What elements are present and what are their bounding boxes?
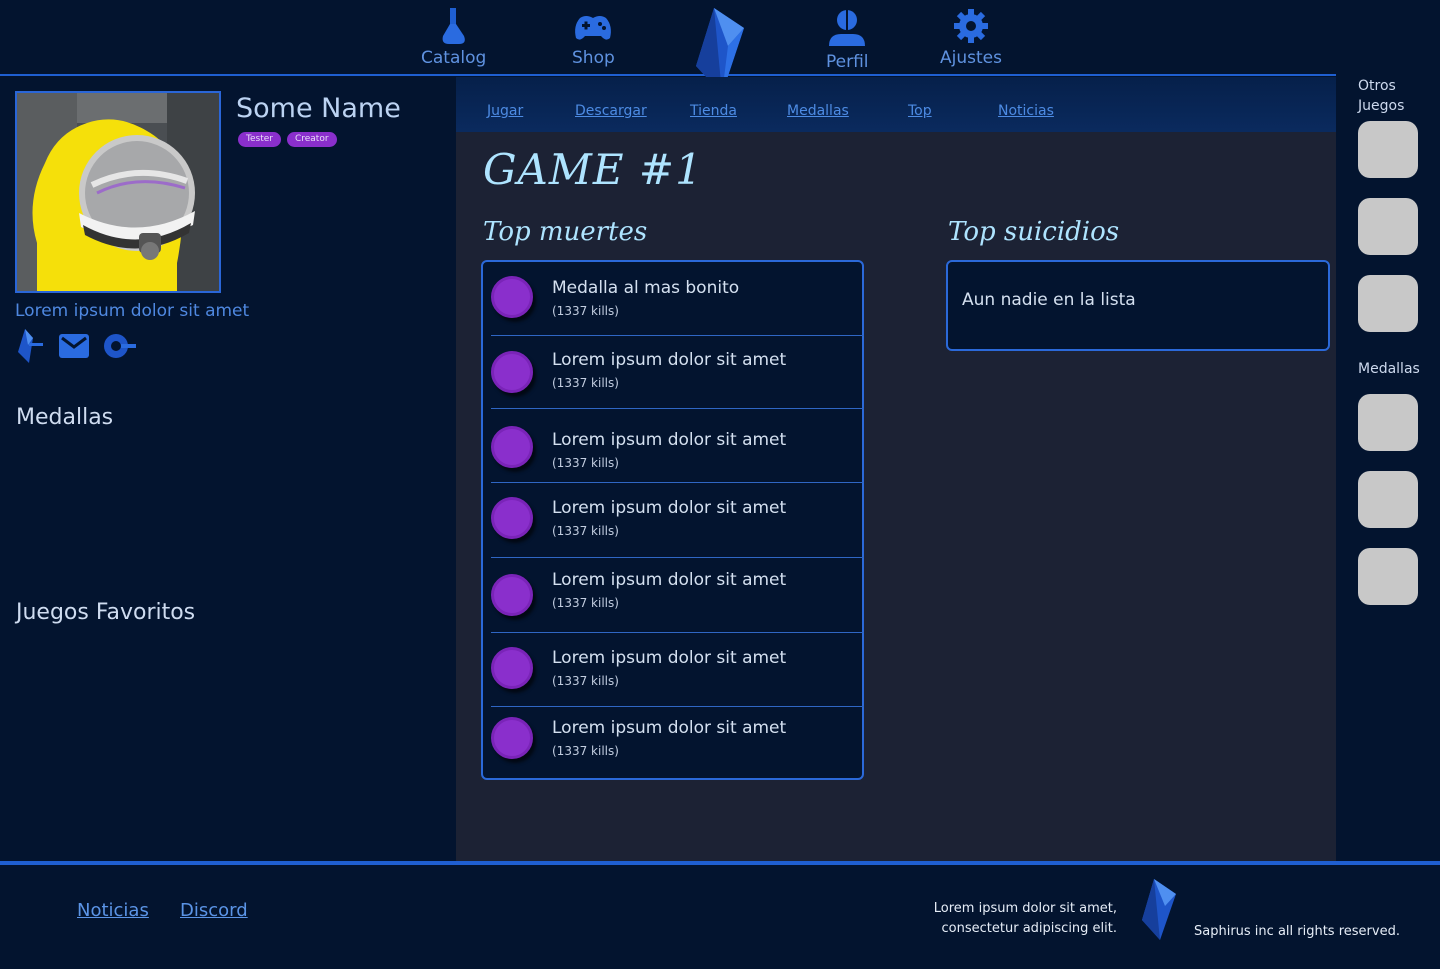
list-item-sub: (1337 kills) — [552, 596, 619, 610]
nav-ajustes[interactable]: Ajustes — [940, 6, 1002, 68]
nav-catalog[interactable]: Catalog — [421, 6, 486, 68]
subnav-jugar[interactable]: Jugar — [487, 103, 523, 119]
footer-divider — [0, 861, 1440, 865]
list-item[interactable]: Lorem ipsum dolor sit amet (1337 kills) — [491, 558, 864, 632]
nav-ajustes-label: Ajustes — [940, 48, 1002, 68]
list-item[interactable]: Lorem ipsum dolor sit amet (1337 kills) — [491, 707, 864, 779]
list-item[interactable]: Lorem ipsum dolor sit amet (1337 kills) — [491, 483, 864, 557]
gamepad-icon — [575, 16, 612, 40]
medal-thumbnail[interactable] — [1358, 548, 1418, 605]
nav-catalog-label: Catalog — [421, 48, 487, 68]
list-item-sub: (1337 kills) — [552, 376, 619, 390]
list-item-sub: (1337 kills) — [552, 744, 619, 758]
list-item-sub: (1337 kills) — [552, 524, 619, 538]
profile-bio: Lorem ipsum dolor sit amet — [15, 301, 250, 321]
top-suicidios-title: Top suicidios — [948, 217, 1120, 247]
list-item-sub: (1337 kills) — [552, 674, 619, 688]
link-icon[interactable] — [103, 331, 137, 361]
footer-text: Lorem ipsum dolor sit amet, consectetur … — [933, 901, 1117, 936]
list-item[interactable]: Lorem ipsum dolor sit amet (1337 kills) — [491, 336, 864, 408]
medal-icon — [491, 717, 533, 759]
nav-perfil[interactable]: Perfil — [826, 6, 869, 72]
badge-tester: Tester — [238, 132, 281, 147]
footer-link-discord[interactable]: Discord — [180, 900, 248, 921]
profile-badges: Tester Creator — [238, 132, 337, 147]
medal-thumbnail[interactable] — [1358, 471, 1418, 528]
list-item-title: Lorem ipsum dolor sit amet — [552, 498, 787, 518]
sub-nav: Jugar Descargar Tienda Medallas Top Noti… — [456, 77, 1336, 132]
medal-thumbnail[interactable] — [1358, 394, 1418, 451]
sidebar-medallas-label: Medallas — [1358, 361, 1420, 377]
medal-icon — [491, 574, 533, 616]
badge-creator: Creator — [286, 132, 337, 147]
top-muertes-list: Medalla al mas bonito (1337 kills) Lorem… — [481, 260, 864, 780]
list-item[interactable]: Lorem ipsum dolor sit amet (1337 kills) — [491, 409, 864, 482]
medal-icon — [491, 497, 533, 539]
list-item[interactable]: Lorem ipsum dolor sit amet (1337 kills) — [491, 633, 864, 706]
footer-logo — [1140, 878, 1178, 946]
medal-icon — [491, 647, 533, 689]
favoritos-heading: Juegos Favoritos — [16, 600, 196, 625]
list-item-title: Lorem ipsum dolor sit amet — [552, 350, 787, 370]
list-item-title: Lorem ipsum dolor sit amet — [552, 648, 787, 668]
otros-juegos-label: Otros Juegos — [1358, 78, 1405, 114]
nav-shop-label: Shop — [572, 48, 615, 68]
footer-link-noticias[interactable]: Noticias — [77, 900, 149, 921]
sapphire-gem-icon[interactable] — [15, 328, 45, 364]
game-thumbnail[interactable] — [1358, 121, 1418, 178]
list-item-title: Lorem ipsum dolor sit amet — [552, 430, 787, 450]
profile-name: Some Name — [236, 93, 401, 124]
list-item[interactable]: Medalla al mas bonito (1337 kills) — [491, 262, 864, 335]
medallas-heading: Medallas — [16, 405, 114, 430]
subnav-medallas[interactable]: Medallas — [787, 103, 849, 119]
nav-perfil-label: Perfil — [826, 52, 869, 72]
subnav-noticias[interactable]: Noticias — [998, 103, 1054, 119]
subnav-descargar[interactable]: Descargar — [575, 103, 647, 119]
top-nav: Catalog Shop Perfil Ajustes — [0, 0, 1440, 94]
user-icon — [829, 9, 866, 46]
medal-icon — [491, 351, 533, 393]
list-item-title: Medalla al mas bonito — [552, 278, 740, 298]
game-title: GAME #1 — [483, 145, 703, 194]
subnav-top[interactable]: Top — [908, 103, 932, 119]
social-links — [15, 328, 137, 364]
footer-copyright: Saphirus inc all rights reserved. — [1194, 924, 1400, 939]
top-suicidios-list: Aun nadie en la lista — [946, 260, 1330, 351]
medal-icon — [491, 426, 533, 468]
list-item-sub: (1337 kills) — [552, 304, 619, 318]
game-thumbnail[interactable] — [1358, 275, 1418, 332]
gear-icon — [953, 9, 988, 43]
avatar — [15, 91, 221, 293]
subnav-tienda[interactable]: Tienda — [690, 103, 737, 119]
list-item-title: Lorem ipsum dolor sit amet — [552, 570, 787, 590]
list-item-title: Lorem ipsum dolor sit amet — [552, 718, 787, 738]
mail-icon[interactable] — [59, 334, 89, 358]
list-item-sub: (1337 kills) — [552, 456, 619, 470]
main-panel: Jugar Descargar Tienda Medallas Top Noti… — [456, 77, 1336, 862]
flask-icon — [442, 8, 465, 44]
top-muertes-title: Top muertes — [483, 217, 648, 247]
nav-shop[interactable]: Shop — [572, 6, 615, 68]
medal-icon — [491, 276, 533, 318]
empty-message: Aun nadie en la lista — [962, 290, 1136, 310]
game-thumbnail[interactable] — [1358, 198, 1418, 255]
sapphire-gem-icon — [1142, 879, 1176, 940]
top-nav-divider — [0, 74, 1336, 76]
